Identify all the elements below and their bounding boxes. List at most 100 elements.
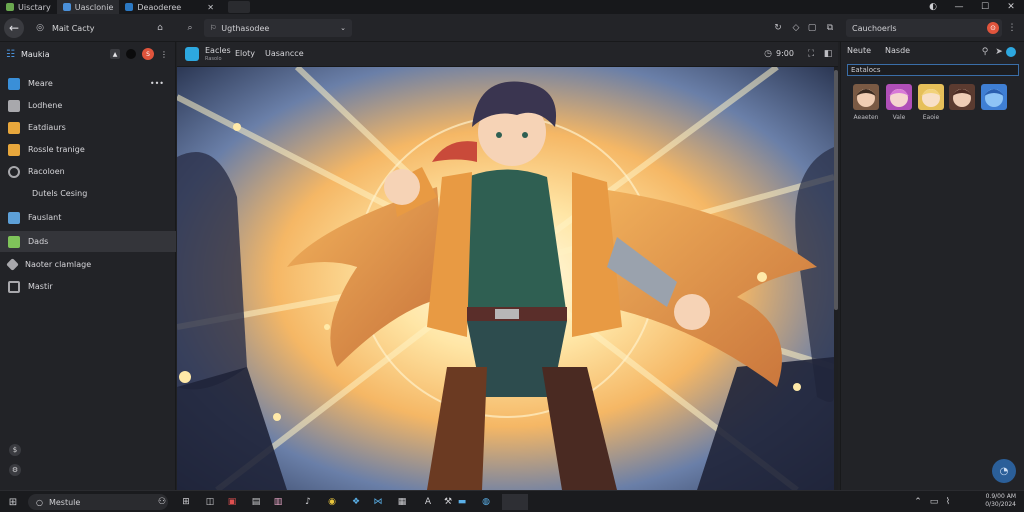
mail-icon[interactable]: ▣ (224, 494, 240, 510)
explorer-icon[interactable]: ▬ (454, 494, 470, 510)
thumbnail-4[interactable] (949, 84, 975, 110)
sync-icon[interactable]: ↻ (772, 22, 784, 34)
sidebar-item-label: Racoloen (28, 167, 65, 176)
edge-icon[interactable]: ❖ (348, 494, 364, 510)
chevron-up-icon[interactable]: ⌃ (910, 494, 926, 510)
theme-toggle-icon[interactable]: ◐ (920, 0, 946, 14)
grid-icon[interactable]: ☷ (6, 49, 15, 60)
floating-action-button[interactable]: ◔ (992, 459, 1016, 483)
settings-gear-icon[interactable]: ⚙ (9, 464, 21, 476)
app-icon[interactable]: ▲ (110, 49, 120, 59)
thumbnail-1[interactable] (853, 84, 879, 110)
search-input[interactable]: Cauchoerls (846, 19, 1002, 37)
arrow-icon[interactable]: ➤ (993, 46, 1005, 58)
more-icon[interactable]: ⋮ (160, 50, 168, 59)
tab-2[interactable]: Uasclonie (56, 0, 120, 14)
minimize-button[interactable]: — (946, 0, 972, 14)
back-button[interactable]: ← (4, 18, 24, 38)
thumbnail-5[interactable] (981, 84, 1007, 110)
windows-start-icon[interactable]: ⊞ (7, 496, 19, 508)
store-icon[interactable]: ▤ (248, 494, 264, 510)
sidebar-item-label: Meare (28, 79, 53, 88)
dark-circle-icon[interactable] (126, 49, 136, 59)
tab-1[interactable]: Uisctary (0, 0, 57, 14)
sidebar-item-fauslant[interactable]: Fauslant (0, 207, 176, 228)
refresh-icon[interactable] (1006, 47, 1016, 57)
green-file-icon (8, 235, 20, 248)
tab-label: Deaoderee (137, 2, 182, 12)
sidebar-item-dutels-cesing[interactable]: Dutels Cesing (0, 183, 176, 204)
code-icon[interactable]: ⋈ (370, 494, 386, 510)
sidebar-item-eatdiaurs[interactable]: Eatdiaurs (0, 117, 176, 138)
sidebar-item-label: Mastir (28, 282, 53, 291)
search-icon: ○ (36, 497, 43, 507)
widgets-icon[interactable]: ◫ (202, 494, 218, 510)
image-viewport[interactable] (177, 67, 834, 490)
profile-avatar-icon[interactable]: ⊙ (987, 22, 999, 34)
viewer-link[interactable]: Uasancce (265, 49, 304, 58)
home-icon[interactable]: ⌂ (154, 22, 166, 34)
pin-icon[interactable]: ⚲ (979, 46, 991, 58)
fullscreen-icon[interactable]: ⛶ (805, 48, 817, 60)
illustration-image (177, 67, 834, 490)
collections-icon[interactable]: ▢ (806, 22, 818, 34)
extensions-icon[interactable]: ⧉ (824, 22, 836, 34)
terminal-icon[interactable]: ▦ (394, 494, 410, 510)
list-icon (8, 280, 20, 293)
copilot-icon[interactable]: ⚇ (154, 494, 170, 510)
volume-icon[interactable]: ◧ (822, 48, 834, 60)
sidebar-item-dads[interactable]: Dads (0, 231, 176, 252)
sidebar-item-rossle-tranige[interactable]: Rossle tranige (0, 139, 176, 160)
chrome-icon[interactable]: ◉ (324, 494, 340, 510)
sidebar-item-label: Dutels Cesing (32, 189, 88, 198)
shapes-icon (6, 258, 19, 271)
translate-icon[interactable]: A (420, 494, 436, 510)
pencil-icon (8, 121, 20, 134)
search-value: Cauchoerls (852, 23, 897, 33)
sidebar-header: ☷ Maukia ▲ S ⋮ (0, 42, 176, 66)
orange-badge-icon[interactable]: S (142, 48, 154, 60)
maximize-button[interactable]: ☐ (972, 0, 998, 14)
browser-icon[interactable]: ◍ (478, 494, 494, 510)
viewer-scrollbar-thumb[interactable] (834, 70, 838, 310)
tab-nasde[interactable]: Nasde (885, 46, 910, 55)
sidebar-item-mastir[interactable]: Mastir (0, 276, 176, 297)
thumbnail-3[interactable] (918, 84, 944, 110)
close-button[interactable]: ✕ (998, 0, 1024, 14)
sidebar-item-meare[interactable]: Meare ••• (0, 73, 176, 94)
tab-neute[interactable]: Neute (847, 46, 871, 55)
clock-date: 0/30/2024 (985, 501, 1016, 508)
wifi-icon[interactable]: ⌇ (940, 494, 956, 510)
search-icon[interactable]: ⌕ (184, 22, 196, 34)
filter-input[interactable]: Eatalocs (847, 64, 1019, 76)
timer-icon: ◷ (764, 49, 772, 59)
tab-3[interactable]: Deaoderee ✕ (119, 0, 220, 14)
time-display: 9:00 (776, 49, 794, 58)
tab-label: Uasclonie (74, 2, 114, 12)
address-bar[interactable]: ⚐ Ugthasodee ⌄ (204, 19, 352, 37)
viewer-title-group: Eacles Rasolo (205, 47, 231, 63)
photos-icon[interactable]: ▥ (270, 494, 286, 510)
avatar (856, 89, 876, 107)
viewer-subtitle: Rasolo (205, 56, 222, 62)
system-clock[interactable]: 0.9/00 AM 0/30/2024 (985, 493, 1016, 509)
viewer-tab[interactable]: Eloty (235, 49, 255, 58)
help-icon[interactable]: $ (9, 444, 21, 456)
more-horizontal-icon[interactable]: ••• (150, 79, 164, 88)
thumbnail-2[interactable] (886, 84, 912, 110)
tab-close-icon[interactable]: ✕ (207, 3, 214, 12)
task-view-icon[interactable]: ⊞ (178, 494, 194, 510)
sidebar-item-naoter-clamlage[interactable]: Naoter clamlage (0, 254, 176, 275)
music-icon[interactable]: ♪ (300, 494, 316, 510)
sidebar-item-lodhene[interactable]: Lodhene (0, 95, 176, 116)
new-tab-button[interactable] (227, 1, 250, 13)
sidebar-item-racoloen[interactable]: Racoloen (0, 161, 176, 182)
folder-icon (8, 77, 20, 90)
bookmark-icon[interactable]: ◇ (790, 22, 802, 34)
sidebar-item-label: Rossle tranige (28, 145, 85, 154)
menu-icon[interactable]: ⋮ (1006, 22, 1018, 34)
thumbnail-label: Vale (892, 114, 906, 121)
profile-area[interactable]: ◎ Mait Cacty (34, 22, 94, 34)
taskbar-search[interactable]: ○ Mestule (28, 494, 168, 510)
active-app[interactable] (502, 494, 528, 510)
